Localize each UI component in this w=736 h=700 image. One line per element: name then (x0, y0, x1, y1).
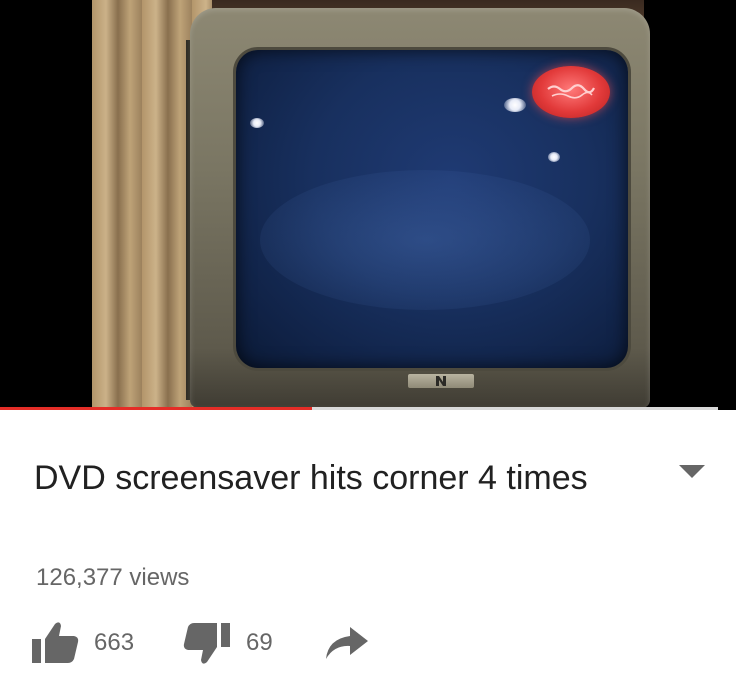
video-title: DVD screensaver hits corner 4 times (34, 459, 588, 497)
tv-brand-badge (408, 374, 474, 388)
thumbs-up-icon (32, 622, 79, 663)
view-count: 126,377 views (36, 564, 190, 591)
expand-description-button[interactable] (672, 456, 712, 488)
thumbs-down-icon (183, 623, 230, 664)
tv-brand-mark (436, 376, 446, 386)
progress-fill (0, 407, 312, 410)
progress-bar[interactable] (0, 407, 718, 410)
screen-reflection-light (504, 98, 526, 112)
dislike-button[interactable]: 69 (182, 618, 273, 668)
share-button[interactable] (324, 618, 370, 668)
share-arrow-icon (326, 627, 368, 659)
dvd-logo-lettering (547, 84, 595, 99)
screen-reflection-light (250, 118, 264, 128)
video-player[interactable] (0, 0, 736, 410)
screen-reflection-light (548, 152, 560, 162)
like-button[interactable]: 663 (30, 618, 134, 668)
dvd-logo (532, 66, 610, 118)
dislike-count: 69 (246, 629, 273, 656)
screen-reflection (260, 170, 590, 310)
chevron-down-icon (679, 465, 705, 478)
video-watch-page: DVD screensaver hits corner 4 times 126,… (0, 0, 736, 700)
like-count: 663 (94, 629, 135, 656)
